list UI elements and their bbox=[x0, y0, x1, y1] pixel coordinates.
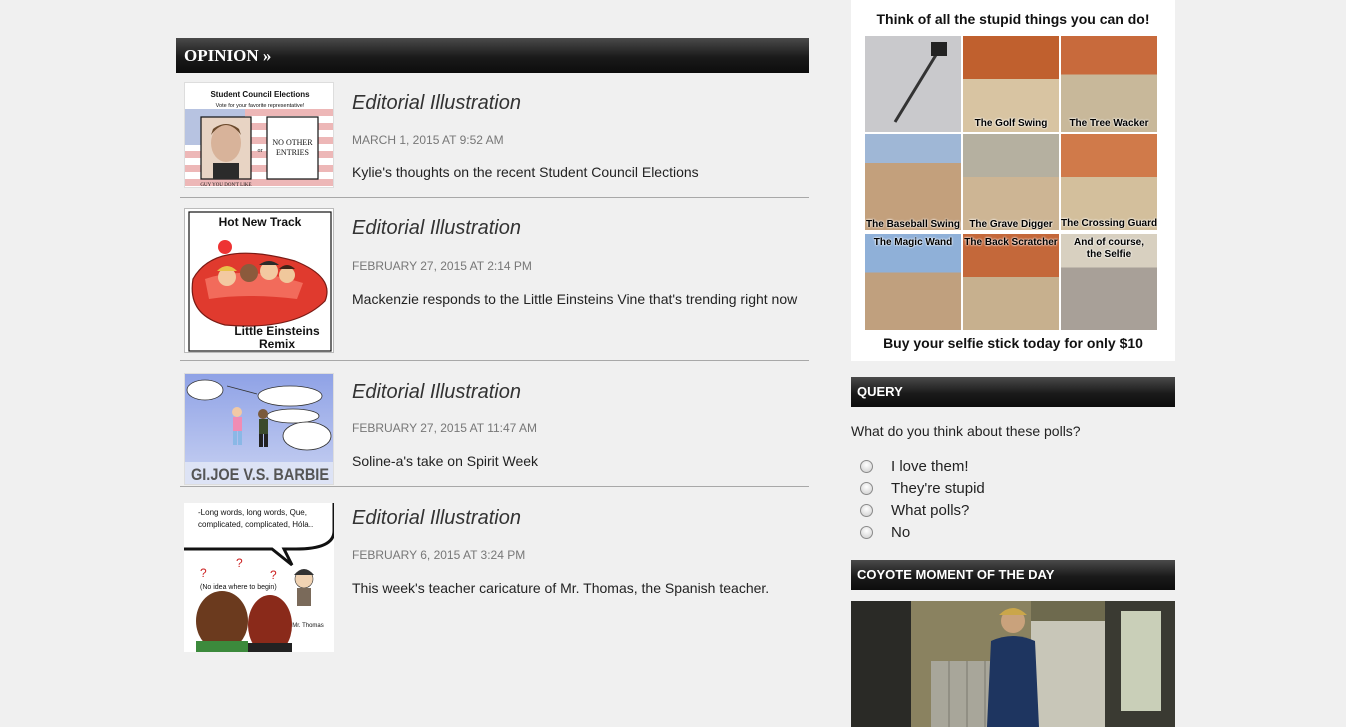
ad-photo: The Back Scratcher bbox=[963, 234, 1059, 330]
poll-option-label: I love them! bbox=[891, 458, 969, 475]
article-thumbnail[interactable]: -Long words, long words, Que, complicate… bbox=[184, 503, 334, 652]
article-description: Mackenzie responds to the Little Einstei… bbox=[352, 291, 798, 307]
article-title[interactable]: Editorial Illustration bbox=[352, 381, 521, 404]
article-thumbnail[interactable]: Hot New Track Little Einsteins Remix bbox=[184, 208, 334, 353]
article-thumbnail[interactable]: Student Council Elections Vote for your … bbox=[184, 82, 334, 188]
ad-photo-selfie-stick bbox=[865, 36, 961, 132]
article-item: Student Council Elections Vote for your … bbox=[180, 73, 809, 198]
svg-text:Remix: Remix bbox=[259, 337, 295, 351]
article-item: Hot New Track Little Einsteins Remix Edi… bbox=[180, 198, 809, 361]
ad-footer: Buy your selfie stick today for only $10 bbox=[883, 335, 1143, 351]
ad-title: Think of all the stupid things you can d… bbox=[876, 11, 1150, 27]
ad-photo: The Baseball Swing bbox=[865, 134, 961, 230]
moment-header: COYOTE MOMENT OF THE DAY bbox=[851, 560, 1175, 590]
article-description: This week's teacher caricature of Mr. Th… bbox=[352, 580, 770, 596]
thumb-caption: GI.JOE V.S. BARBIE bbox=[191, 465, 329, 484]
article-item: -Long words, long words, Que, complicate… bbox=[180, 487, 809, 657]
svg-text:ENTRIES: ENTRIES bbox=[276, 148, 309, 157]
poll-option[interactable]: No bbox=[860, 524, 910, 541]
poll-option-label: They're stupid bbox=[891, 480, 985, 497]
poll-option[interactable]: They're stupid bbox=[860, 480, 985, 497]
selfie-stick-ad[interactable]: Think of all the stupid things you can d… bbox=[851, 0, 1175, 361]
thumb-heading: Student Council Elections bbox=[210, 90, 310, 99]
svg-text:NO OTHER: NO OTHER bbox=[272, 138, 313, 147]
radio-button[interactable] bbox=[860, 504, 873, 517]
radio-button[interactable] bbox=[860, 482, 873, 495]
article-description: Kylie's thoughts on the recent Student C… bbox=[352, 164, 699, 180]
article-item: GI.JOE V.S. BARBIE Editorial Illustratio… bbox=[180, 361, 809, 487]
article-title[interactable]: Editorial Illustration bbox=[352, 92, 521, 115]
radio-button[interactable] bbox=[860, 526, 873, 539]
svg-text:Mr. Thomas: Mr. Thomas bbox=[292, 623, 324, 629]
ad-photo: The Crossing Guard bbox=[1061, 134, 1157, 230]
ad-photo: The Tree Wacker bbox=[1061, 36, 1157, 132]
article-date: FEBRUARY 6, 2015 AT 3:24 PM bbox=[352, 548, 526, 562]
article-title[interactable]: Editorial Illustration bbox=[352, 507, 521, 530]
query-header: QUERY bbox=[851, 377, 1175, 407]
svg-text:(No idea where to begin): (No idea where to begin) bbox=[200, 584, 277, 591]
ad-photo: The Golf Swing bbox=[963, 36, 1059, 132]
thumb-top-text: Hot New Track bbox=[219, 215, 302, 229]
svg-text:?: ? bbox=[236, 556, 243, 570]
radio-button[interactable] bbox=[860, 460, 873, 473]
article-date: MARCH 1, 2015 AT 9:52 AM bbox=[352, 133, 504, 147]
moment-photo[interactable] bbox=[851, 601, 1175, 727]
poll-option-label: What polls? bbox=[891, 502, 970, 519]
article-date: FEBRUARY 27, 2015 AT 2:14 PM bbox=[352, 259, 532, 273]
svg-text:GUY YOU DON'T LIKE: GUY YOU DON'T LIKE bbox=[200, 183, 251, 188]
poll-option-label: No bbox=[891, 524, 911, 541]
article-title[interactable]: Editorial Illustration bbox=[352, 217, 521, 240]
poll-question: What do you think about these polls? bbox=[851, 423, 1081, 439]
svg-text:?: ? bbox=[270, 568, 277, 582]
ad-photo: And of course, the Selfie bbox=[1061, 234, 1157, 330]
svg-text:complicated, complicated, Hóla: complicated, complicated, Hóla.. bbox=[198, 520, 313, 529]
svg-text:or: or bbox=[258, 148, 263, 154]
svg-text:?: ? bbox=[200, 566, 207, 580]
poll-option[interactable]: What polls? bbox=[860, 502, 969, 519]
opinion-section-header[interactable]: OPINION » bbox=[176, 38, 809, 73]
article-date: FEBRUARY 27, 2015 AT 11:47 AM bbox=[352, 421, 537, 435]
ad-photo: The Magic Wand bbox=[865, 234, 961, 330]
poll-option[interactable]: I love them! bbox=[860, 458, 969, 475]
ad-photo: The Grave Digger bbox=[963, 134, 1059, 230]
svg-text:Little Einsteins: Little Einsteins bbox=[234, 324, 320, 338]
thumb-bubble-text: -Long words, long words, Que, bbox=[198, 508, 307, 517]
svg-text:Vote for your favorite represe: Vote for your favorite representative! bbox=[216, 103, 305, 109]
article-thumbnail[interactable]: GI.JOE V.S. BARBIE bbox=[184, 373, 334, 485]
article-description: Soline-a's take on Spirit Week bbox=[352, 453, 539, 469]
